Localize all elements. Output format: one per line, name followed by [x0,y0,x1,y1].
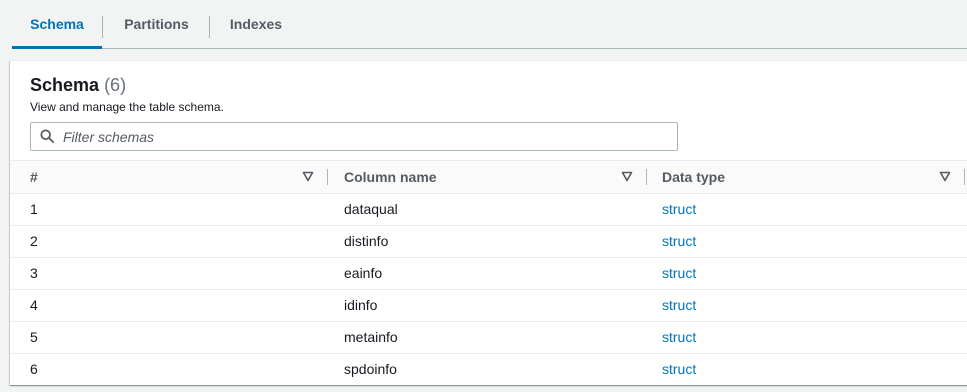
column-resizer[interactable] [646,169,647,185]
table-row: 1 dataqual struct [10,193,967,226]
column-name-cell: metainfo [344,329,398,345]
data-type-link[interactable]: struct [662,289,696,321]
schema-panel: Schema (6) View and manage the table sch… [10,60,967,385]
data-type-link[interactable]: struct [662,193,696,225]
filter-schemas-input[interactable] [63,123,663,150]
column-resizer[interactable] [964,169,965,185]
data-type-link[interactable]: struct [662,321,696,353]
table-row: 4 idinfo struct [10,289,967,322]
table-row: 3 eainfo struct [10,257,967,290]
tab-bar: Schema Partitions Indexes [12,0,967,49]
sort-caret-down-icon[interactable] [302,171,314,182]
row-number: 1 [30,201,38,217]
tab-schema[interactable]: Schema [12,0,102,49]
data-type-link[interactable]: struct [662,257,696,289]
row-number: 2 [30,233,38,249]
column-name-cell: dataqual [344,201,398,217]
panel-description: View and manage the table schema. [30,100,224,114]
row-number: 6 [30,361,38,377]
table-row: 2 distinfo struct [10,225,967,258]
panel-title: Schema (6) [30,75,126,96]
panel-title-text: Schema [30,75,100,95]
tab-partitions[interactable]: Partitions [103,0,210,48]
schema-count: (6) [104,75,127,95]
data-type-link[interactable]: struct [662,225,696,257]
filter-field[interactable] [30,122,678,151]
column-name-cell: spdoinfo [344,361,397,377]
row-number: 4 [30,297,38,313]
sort-caret-down-icon[interactable] [621,171,633,182]
column-resizer[interactable] [327,169,328,185]
column-header-name[interactable]: Column name [344,161,437,193]
row-number: 3 [30,265,38,281]
sort-caret-down-icon[interactable] [939,171,951,182]
search-icon [40,129,54,143]
tab-indexes[interactable]: Indexes [210,0,302,48]
table-row: 5 metainfo struct [10,321,967,354]
column-header-type[interactable]: Data type [662,161,725,193]
column-name-cell: distinfo [344,233,389,249]
column-header-number[interactable]: # [30,161,38,193]
row-number: 5 [30,329,38,345]
column-name-cell: eainfo [344,265,383,281]
table-header: # Column name Data type [10,160,967,194]
data-type-link[interactable]: struct [662,353,696,385]
column-name-cell: idinfo [344,297,378,313]
table-row: 6 spdoinfo struct [10,353,967,385]
